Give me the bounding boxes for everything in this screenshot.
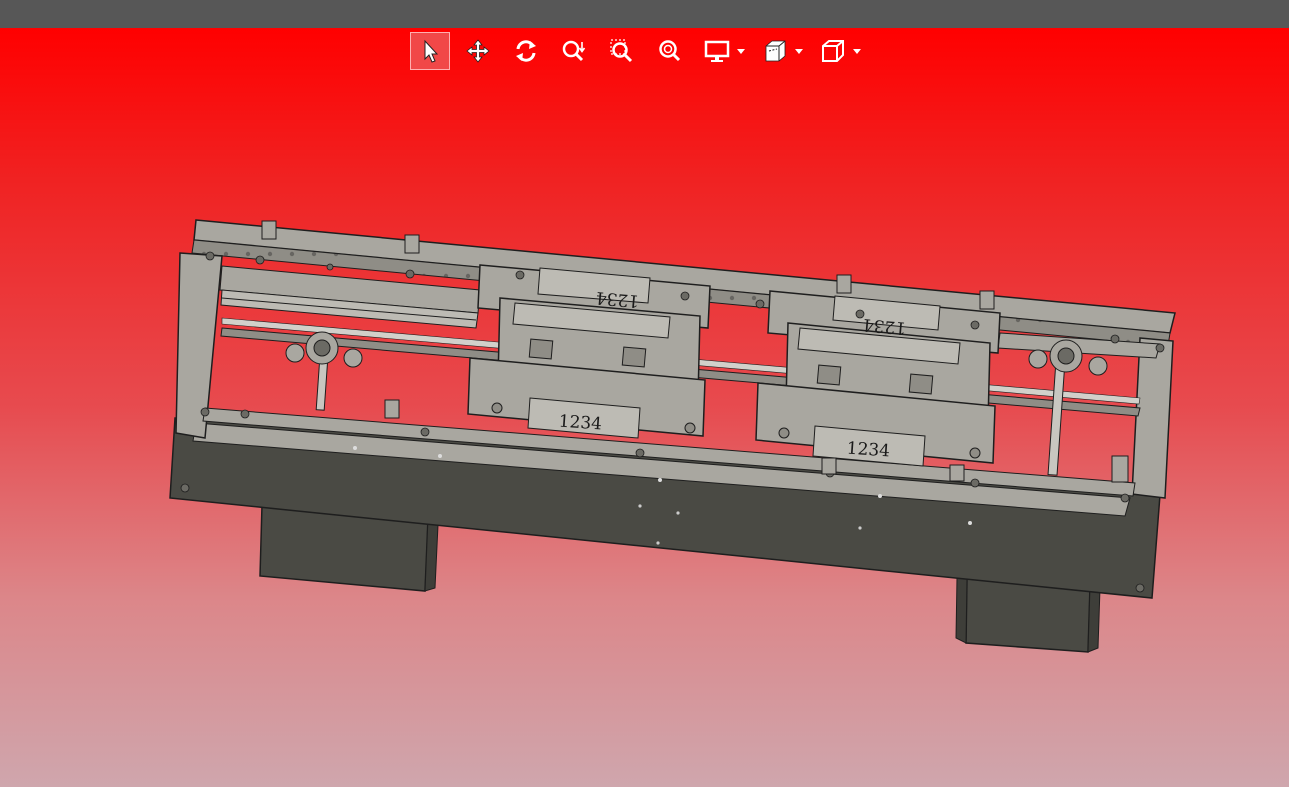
rotate-arrows-icon bbox=[516, 40, 536, 62]
rotate-tool-button[interactable] bbox=[506, 32, 546, 70]
monitor-icon bbox=[704, 40, 730, 62]
zoom-fit-tool-button[interactable] bbox=[650, 32, 690, 70]
view-toolbar bbox=[410, 31, 872, 71]
chevron-down-icon[interactable] bbox=[794, 46, 804, 56]
view-orientation-dropdown[interactable] bbox=[814, 32, 862, 70]
zoom-fit-icon bbox=[659, 40, 681, 62]
part-label: 1234 bbox=[558, 412, 603, 435]
view-orientation-button[interactable] bbox=[814, 32, 852, 70]
cad-model[interactable]: 1234 1234 1234 1234 bbox=[0, 28, 1289, 787]
cursor-arrow-icon bbox=[424, 39, 439, 63]
carriage-left bbox=[467, 264, 711, 439]
chevron-down-icon[interactable] bbox=[852, 46, 862, 56]
select-tool-button[interactable] bbox=[410, 32, 450, 70]
pan-tool-button[interactable] bbox=[458, 32, 498, 70]
zoom-window-icon bbox=[610, 39, 633, 63]
zoom-window-tool-button[interactable] bbox=[602, 32, 642, 70]
move-arrows-icon bbox=[466, 39, 490, 63]
chevron-down-icon[interactable] bbox=[736, 46, 746, 56]
title-bar bbox=[0, 0, 1289, 28]
display-mode-button[interactable] bbox=[698, 32, 736, 70]
zoom-tool-button[interactable] bbox=[554, 32, 594, 70]
cube-icon bbox=[822, 40, 844, 62]
part-label: 1234 bbox=[862, 314, 907, 338]
part-label: 1234 bbox=[846, 439, 891, 462]
part-label: 1234 bbox=[595, 287, 640, 311]
section-view-button[interactable] bbox=[756, 32, 794, 70]
display-mode-dropdown[interactable] bbox=[698, 32, 746, 70]
zoom-drag-icon bbox=[562, 40, 586, 62]
section-view-dropdown[interactable] bbox=[756, 32, 804, 70]
section-box-icon bbox=[765, 40, 786, 62]
3d-viewport[interactable]: 1234 1234 1234 1234 bbox=[0, 28, 1289, 787]
